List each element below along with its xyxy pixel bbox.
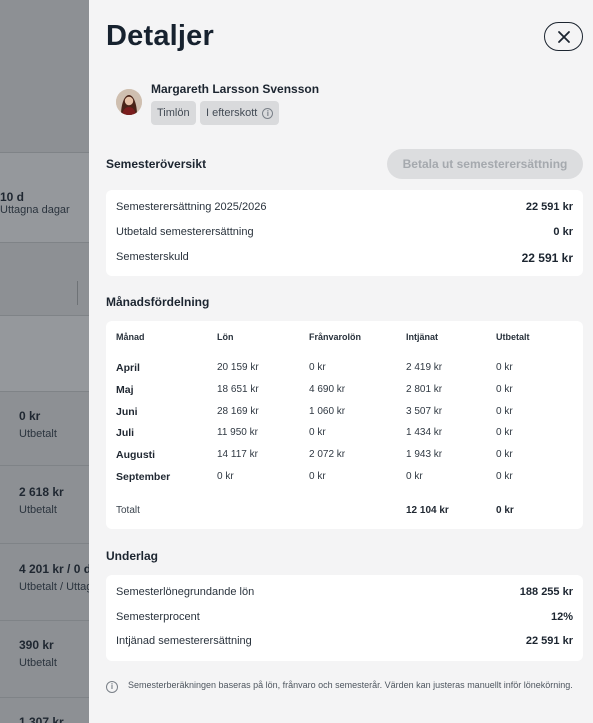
table-cell: 20 159 kr [217,362,259,373]
background-value: 2 618 kr [19,485,64,499]
divider [77,281,78,305]
basis-card: Semesterlönegrundande lön 188 255 kr Sem… [106,575,583,661]
table-cell: 4 690 kr [309,384,346,395]
row-value: 22 591 kr [525,635,573,647]
avatar [116,89,142,115]
table-cell: 0 kr [406,471,423,482]
table-cell: 0 kr [496,449,513,460]
table-cell: 0 kr [309,427,326,438]
section-title-overview: Semesteröversikt [106,157,207,171]
footnote: i Semesterberäkningen baseras på lön, fr… [106,678,583,693]
pay-out-vacation-button[interactable]: Betala ut semesterersättning [387,149,583,179]
row-label: Semesterprocent [116,611,200,623]
background-value: 390 kr [19,638,54,652]
background-label: Uttagna dagar [0,204,70,216]
monthly-table: Månad Lön Frånvarolön Intjänat Utbetalt … [106,321,583,529]
close-icon [557,30,570,43]
table-cell: 11 950 kr [217,427,258,438]
row-label: Intjänad semesterersättning [116,635,252,647]
total-paid: 0 kr [496,505,514,516]
background-value: 0 kr [19,409,41,423]
row-label: Semesterlönegrundande lön [116,586,255,598]
row-label: Semesterersättning 2025/2026 [116,201,267,213]
employee-name: Margareth Larsson Svensson [151,82,320,96]
table-cell: 0 kr [496,384,513,395]
total-earned: 12 104 kr [406,505,449,516]
table-cell: 0 kr [309,362,326,373]
drawer-title: Detaljer [106,20,214,52]
background-value: 10 d [0,190,25,204]
background-value: 4 201 kr / 0 d [19,562,90,576]
row-value: 22 591 kr [521,251,573,265]
table-cell: 2 419 kr [406,362,443,373]
row-value: 0 kr [553,226,573,238]
column-header: Frånvarolön [309,332,362,342]
table-cell: Juli [116,427,135,439]
background-label: Utbetalt [19,657,57,669]
tag-hourly: Timlön [151,101,196,125]
table-cell: 0 kr [309,471,326,482]
table-cell: September [116,471,171,483]
divider [0,152,90,153]
background-label: Utbetalt / Uttagna dagar [19,581,90,593]
table-cell: 0 kr [496,362,513,373]
overview-row: Semesterersättning 2025/2026 22 591 kr [116,201,573,213]
table-cell: 1 943 kr [406,449,443,460]
divider [0,391,90,392]
table-cell: 2 072 kr [309,449,346,460]
tag-in-arrears: I efterskott i [200,101,280,125]
table-cell: 28 169 kr [217,406,259,417]
row-value: 12% [550,611,573,623]
row-label: Utbetald semesterersättning [116,226,254,238]
overview-card: Semesterersättning 2025/2026 22 591 kr U… [106,190,583,276]
table-cell: 0 kr [217,471,234,482]
column-header: Intjänat [406,332,439,342]
divider [0,465,90,466]
row-value: 22 591 kr [525,201,573,213]
table-cell: 0 kr [496,406,513,417]
background-label: Utbetalt [19,428,57,440]
table-cell: 2 801 kr [406,384,443,395]
table-cell: 1 434 kr [406,427,443,438]
basis-row: Semesterprocent 12% [116,611,573,623]
section-title-monthly: Månadsfördelning [106,295,210,309]
table-cell: 0 kr [496,471,513,482]
table-cell: Augusti [116,449,156,461]
footnote-text: Semesterberäkningen baseras på lön, från… [128,680,573,690]
background-band [0,316,90,391]
table-cell: 0 kr [496,427,513,438]
tag-label: Timlön [157,107,190,119]
row-label: Semesterskuld [116,251,189,263]
column-header: Lön [217,332,234,342]
row-value: 188 255 kr [519,586,573,598]
info-icon[interactable]: i [262,107,274,119]
divider [0,620,90,621]
table-cell: 3 507 kr [406,406,443,417]
divider [0,543,90,544]
table-cell: 18 651 kr [217,384,259,395]
background-page: 10 d Uttagna dagar 0 kr Utbetalt 2 618 k… [0,0,90,723]
tag-label: I efterskott [206,107,258,119]
details-drawer: Detaljer Margareth Larsson Svensson Timl… [89,0,593,723]
overview-row: Semesterskuld 22 591 kr [116,251,573,265]
overview-row: Utbetald semesterersättning 0 kr [116,226,573,238]
table-cell: 1 060 kr [309,406,346,417]
close-button[interactable] [544,22,583,51]
background-value: 1 307 kr [19,715,64,723]
basis-row: Semesterlönegrundande lön 188 255 kr [116,586,573,598]
section-title-basis: Underlag [106,549,159,563]
background-label: Utbetalt [19,504,57,516]
table-cell: April [116,362,140,374]
basis-row: Intjänad semesterersättning 22 591 kr [116,635,573,647]
table-cell: Juni [116,406,138,418]
total-label: Totalt [116,505,140,516]
column-header: Månad [116,332,145,342]
divider [0,697,90,698]
info-icon: i [106,681,118,693]
table-cell: 14 117 kr [217,449,258,460]
column-header: Utbetalt [496,332,530,342]
table-cell: Maj [116,384,134,396]
